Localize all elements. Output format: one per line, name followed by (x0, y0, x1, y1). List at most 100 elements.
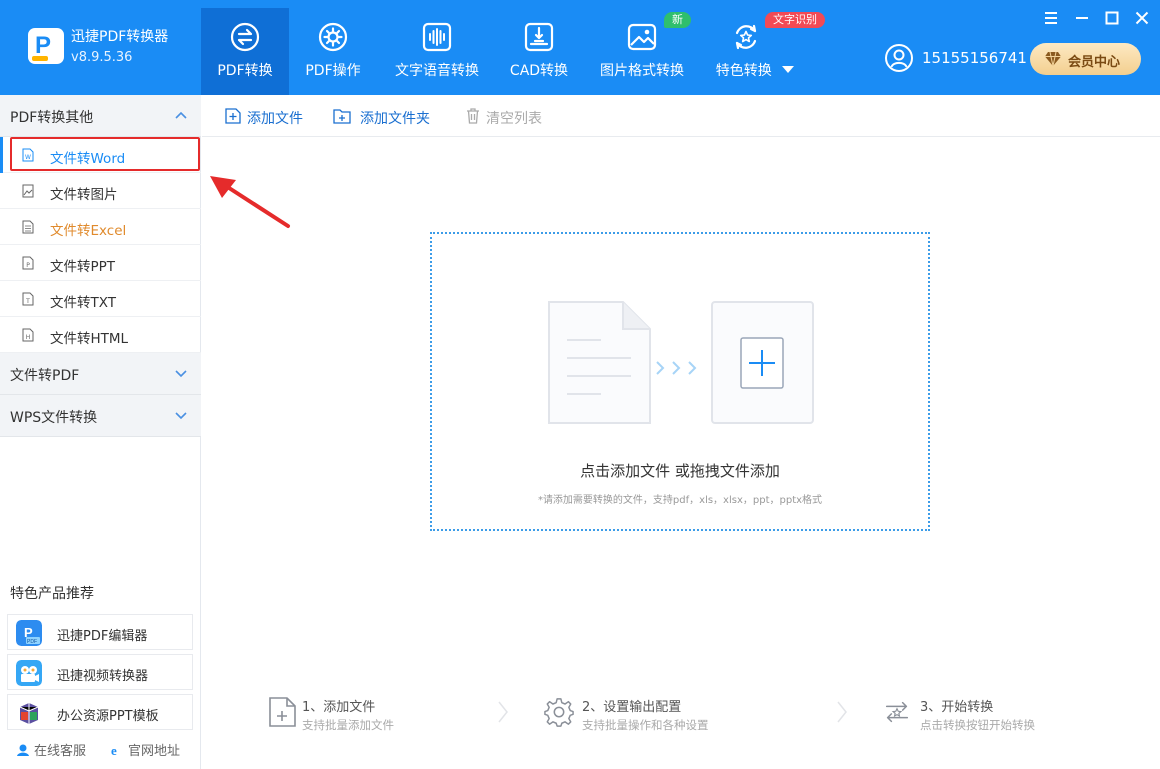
tab-pdf-convert[interactable]: PDF转换 (201, 8, 289, 95)
txt-file-icon: T (22, 292, 34, 306)
drop-zone-title: 点击添加文件 或拖拽文件添加 (580, 462, 780, 480)
add-folder-label: 添加文件夹 (360, 111, 430, 127)
active-indicator (0, 137, 3, 173)
sidebar-item-file-to-excel[interactable]: 文件转Excel (0, 209, 201, 245)
html-file-icon: H (22, 328, 34, 342)
tab-label: PDF转换 (217, 63, 273, 79)
ocr-badge: 文字识别 (765, 12, 825, 28)
tab-text-voice[interactable]: 文字语音转换 (388, 8, 486, 95)
gear-icon (318, 22, 348, 52)
featured-products-title: 特色产品推荐 (10, 586, 94, 602)
sidebar-item-label: 文件转图片 (50, 187, 118, 203)
online-service-label: 在线客服 (34, 744, 87, 759)
section-title: PDF转换其他 (10, 110, 94, 126)
image-file-icon (22, 184, 34, 198)
add-folder-button[interactable]: 添加文件夹 (333, 95, 443, 137)
chevron-up-icon (175, 111, 187, 119)
tab-label: PDF操作 (305, 63, 361, 79)
vip-center-button[interactable]: 会员中心 (1030, 43, 1141, 75)
tab-pdf-operations[interactable]: PDF操作 (293, 8, 373, 95)
section-wps-convert[interactable]: WPS文件转换 (0, 395, 201, 437)
convert-arrows-icon (230, 22, 260, 52)
close-icon[interactable] (1133, 9, 1151, 27)
file-drop-zone[interactable]: 点击添加文件 或拖拽文件添加 *请添加需要转换的文件，支持pdf，xls，xls… (430, 232, 930, 531)
minimize-icon[interactable] (1073, 9, 1091, 27)
video-converter-icon (16, 660, 42, 686)
app-logo: P (28, 28, 64, 64)
step-title: 3、开始转换 (920, 700, 994, 715)
add-file-icon (225, 108, 241, 124)
featured-ppt-templates[interactable]: 办公资源PPT模板 (7, 694, 193, 730)
featured-pdf-editor[interactable]: P PDF 迅捷PDF编辑器 (7, 614, 193, 650)
cad-icon (524, 22, 554, 52)
online-service-link[interactable]: 在线客服 (16, 740, 86, 759)
tab-label: 特色转换 (705, 60, 805, 80)
svg-text:e: e (111, 743, 117, 757)
soundwave-icon (422, 22, 452, 52)
app-version: v8.9.5.36 (71, 50, 133, 65)
ie-browser-icon: e (111, 743, 117, 757)
drop-zone-hint: *请添加需要转换的文件，支持pdf，xls，xlsx，ppt，pptx格式 (537, 495, 823, 506)
sidebar-item-label: 文件转Excel (50, 223, 127, 239)
step-description: 支持批量操作和各种设置 (582, 718, 709, 732)
add-document-illustration-icon (548, 301, 814, 424)
tab-image-format[interactable]: 图片格式转换 新 (593, 8, 691, 95)
clear-list-label: 清空列表 (486, 111, 542, 127)
maximize-icon[interactable] (1103, 9, 1121, 27)
star-refresh-icon (735, 24, 757, 50)
diamond-icon (1045, 51, 1061, 67)
annotation-arrow-icon (210, 176, 290, 228)
section-title: 文件转PDF (10, 368, 80, 384)
add-file-button[interactable]: 添加文件 (224, 95, 324, 137)
tab-label: 文字语音转换 (395, 63, 479, 79)
svg-text:H: H (26, 334, 31, 341)
ppt-file-icon: P (22, 256, 34, 270)
chevron-right-icon (837, 701, 847, 723)
chevron-down-icon (175, 370, 187, 378)
sidebar-item-file-to-ppt[interactable]: P 文件转PPT (0, 245, 201, 281)
settings-gear-icon (544, 698, 574, 727)
featured-label: 办公资源PPT模板 (57, 709, 159, 724)
add-file-step-icon (269, 697, 296, 727)
caret-down-icon (782, 66, 795, 73)
svg-text:T: T (25, 298, 30, 305)
step-title: 1、添加文件 (302, 700, 376, 715)
pdf-editor-icon: PPDF (16, 620, 42, 646)
tab-label: 图片格式转换 (600, 63, 684, 79)
sidebar-item-file-to-html[interactable]: H 文件转HTML (0, 317, 201, 353)
sidebar-item-file-to-txt[interactable]: T 文件转TXT (0, 281, 201, 317)
tab-cad-convert[interactable]: CAD转换 (500, 8, 578, 95)
user-avatar-icon[interactable] (884, 43, 914, 73)
section-file-to-pdf[interactable]: 文件转PDF (0, 353, 201, 395)
tab-label: CAD转换 (509, 63, 569, 79)
vip-center-label: 会员中心 (1068, 55, 1121, 70)
featured-video-converter[interactable]: 迅捷视频转换器 (7, 654, 193, 690)
menu-icon[interactable] (1042, 9, 1060, 27)
svg-text:W: W (25, 154, 31, 161)
sidebar-item-file-to-image[interactable]: 文件转图片 (0, 173, 201, 209)
customer-service-icon (17, 744, 29, 756)
sidebar-item-label: 文件转PPT (50, 259, 116, 275)
sidebar-item-label: 文件转Word (50, 151, 126, 167)
chevron-right-icon (498, 701, 508, 723)
section-title: WPS文件转换 (10, 410, 98, 426)
official-website-link[interactable]: e 官网地址 (110, 740, 180, 759)
trash-icon (467, 108, 479, 124)
official-website-label: 官网地址 (128, 744, 181, 759)
sidebar-item-file-to-word[interactable]: W 文件转Word (0, 137, 201, 173)
excel-file-icon (22, 220, 34, 234)
section-pdf-convert-other[interactable]: PDF转换其他 (0, 95, 201, 137)
featured-label: 迅捷视频转换器 (57, 669, 149, 684)
step-description: 点击转换按钮开始转换 (920, 718, 1035, 732)
ppt-template-icon (19, 703, 39, 724)
clear-list-button[interactable]: 清空列表 (464, 95, 554, 137)
title-bar: P 迅捷PDF转换器 v8.9.5.36 PDF转换 PDF操作 文字语音转换 (0, 0, 1160, 95)
add-folder-icon (333, 109, 351, 124)
add-file-label: 添加文件 (247, 111, 303, 127)
word-file-icon: W (22, 148, 34, 162)
account-phone[interactable]: 15155156741 (922, 49, 1027, 67)
step-description: 支持批量添加文件 (302, 718, 394, 732)
convert-star-icon (885, 701, 909, 723)
tab-featured-convert[interactable]: 特色转换 文字识别 (705, 8, 825, 95)
chevron-down-icon (175, 412, 187, 420)
